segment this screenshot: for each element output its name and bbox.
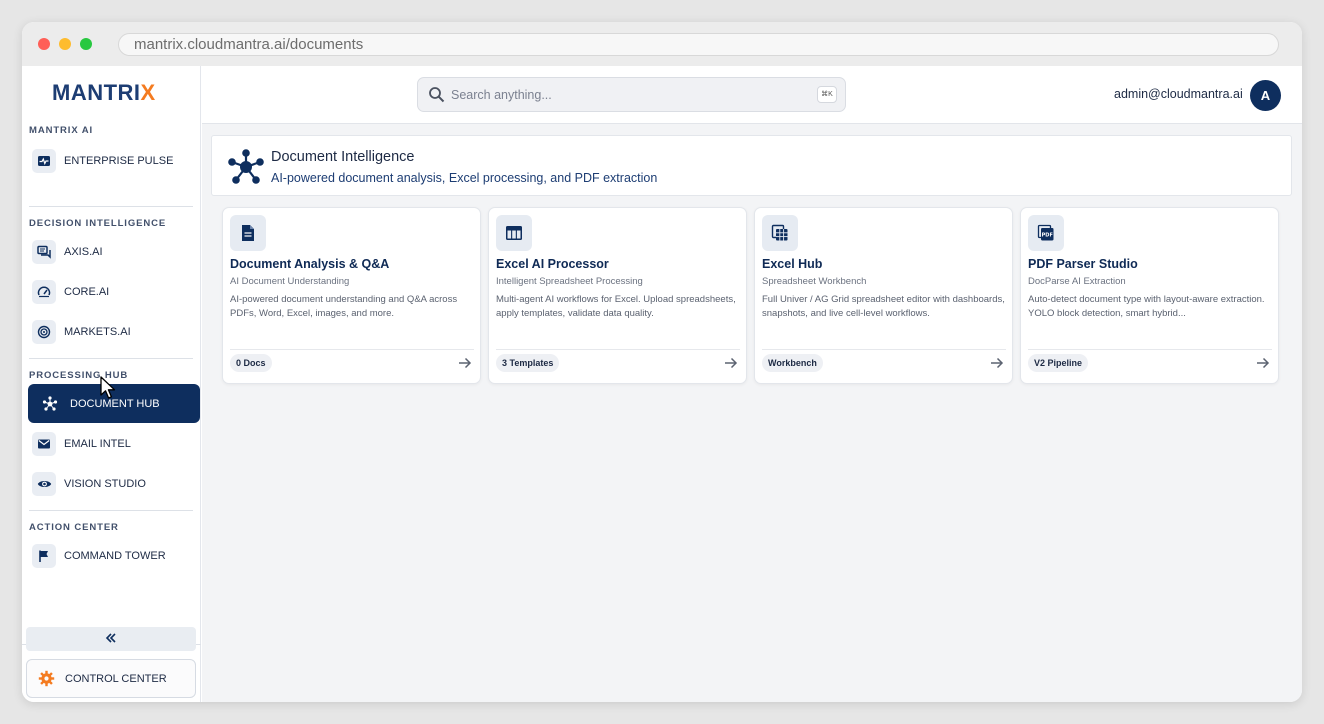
close-window-button[interactable]	[38, 38, 50, 50]
mouse-cursor-icon	[100, 376, 118, 405]
address-bar[interactable]: mantrix.cloudmantra.ai/documents	[118, 33, 1279, 56]
logo-accent: X	[140, 80, 156, 105]
section-label-action-center: ACTION CENTER	[29, 522, 119, 533]
mantrix-logo[interactable]: MANTRIX	[52, 80, 156, 106]
avatar[interactable]: A	[1250, 80, 1281, 111]
eye-icon	[32, 471, 56, 496]
sidebar-item-label: ENTERPRISE PULSE	[64, 154, 174, 167]
sidebar-item-label: EMAIL INTEL	[64, 437, 131, 450]
search-placeholder: Search anything...	[451, 87, 552, 102]
arrow-right-icon[interactable]	[990, 356, 1004, 374]
collapse-sidebar-button[interactable]	[26, 627, 196, 651]
card-subtitle: Intelligent Spreadsheet Processing	[496, 276, 643, 287]
sidebar-item-command-tower[interactable]: COMMAND TOWER	[28, 536, 200, 575]
target-icon	[32, 319, 56, 344]
user-email: admin@cloudmantra.ai	[1114, 87, 1243, 101]
flag-icon	[32, 543, 56, 568]
page-header-card: Document Intelligence AI-powered documen…	[211, 135, 1292, 196]
document-icon	[230, 215, 266, 251]
double-chevron-left-icon	[105, 630, 117, 648]
spreadsheet-icon	[762, 215, 798, 251]
sidebar-divider	[29, 510, 193, 511]
keyboard-shortcut-badge: ⌘K	[817, 86, 837, 103]
card-document-analysis[interactable]: Document Analysis & Q&A AI Document Unde…	[222, 207, 481, 384]
mail-icon	[32, 431, 56, 456]
card-divider	[230, 349, 474, 350]
pdf-icon: PDF	[1028, 215, 1064, 251]
sidebar-item-label: AXIS.AI	[64, 245, 103, 258]
top-bar: Search anything... ⌘K admin@cloudmantra.…	[202, 66, 1302, 124]
sidebar-item-label: CORE.AI	[64, 285, 110, 298]
arrow-right-icon[interactable]	[458, 356, 472, 374]
search-input[interactable]: Search anything... ⌘K	[417, 77, 846, 112]
card-badge: Workbench	[762, 354, 823, 372]
sidebar-item-markets-ai[interactable]: MARKETS.AI	[28, 312, 200, 351]
maximize-window-button[interactable]	[80, 38, 92, 50]
chat-bubbles-icon	[32, 239, 56, 264]
sidebar-item-email-intel[interactable]: EMAIL INTEL	[28, 424, 200, 463]
gear-icon	[38, 670, 55, 687]
sidebar-divider	[29, 358, 193, 359]
search-icon	[428, 86, 445, 103]
card-description: Multi-agent AI workflows for Excel. Uplo…	[496, 294, 736, 319]
sidebar-item-label: COMMAND TOWER	[64, 549, 166, 562]
sidebar-item-label: MARKETS.AI	[64, 325, 131, 338]
sidebar-item-axis-ai[interactable]: AXIS.AI	[28, 232, 200, 271]
page-subtitle: AI-powered document analysis, Excel proc…	[271, 171, 658, 185]
card-excel-hub[interactable]: Excel Hub Spreadsheet Workbench Full Uni…	[754, 207, 1013, 384]
arrow-right-icon[interactable]	[724, 356, 738, 374]
main-content: Search anything... ⌘K admin@cloudmantra.…	[202, 66, 1302, 702]
window-controls	[38, 38, 92, 50]
sidebar-item-core-ai[interactable]: CORE.AI	[28, 272, 200, 311]
card-title: Excel Hub	[762, 257, 823, 271]
control-center-button[interactable]: CONTROL CENTER	[26, 659, 196, 698]
card-description: Full Univer / AG Grid spreadsheet editor…	[762, 294, 1005, 319]
arrow-right-icon[interactable]	[1256, 356, 1270, 374]
card-badge: 3 Templates	[496, 354, 560, 372]
card-excel-ai-processor[interactable]: Excel AI Processor Intelligent Spreadshe…	[488, 207, 747, 384]
sidebar-item-label: VISION STUDIO	[64, 477, 146, 490]
gauge-icon	[32, 279, 56, 304]
hub-network-icon	[227, 148, 265, 191]
logo-text: MANTRI	[52, 80, 141, 105]
card-description: Auto-detect document type with layout-aw…	[1028, 294, 1265, 319]
card-pdf-parser-studio[interactable]: PDF PDF Parser Studio DocParse AI Extrac…	[1020, 207, 1279, 384]
hub-network-icon	[38, 392, 62, 416]
card-divider	[762, 349, 1006, 350]
minimize-window-button[interactable]	[59, 38, 71, 50]
card-divider	[1028, 349, 1272, 350]
card-subtitle: AI Document Understanding	[230, 276, 350, 287]
section-label-mantrix-ai: MANTRIX AI	[29, 125, 94, 136]
card-divider	[496, 349, 740, 350]
section-label-decision-intelligence: DECISION INTELLIGENCE	[29, 218, 167, 229]
browser-titlebar: mantrix.cloudmantra.ai/documents	[22, 22, 1302, 66]
sidebar-item-enterprise-pulse[interactable]: ENTERPRISE PULSE	[28, 141, 200, 180]
browser-window: mantrix.cloudmantra.ai/documents MANTRIX…	[22, 22, 1302, 702]
card-subtitle: Spreadsheet Workbench	[762, 276, 867, 287]
card-badge: 0 Docs	[230, 354, 272, 372]
card-badge: V2 Pipeline	[1028, 354, 1089, 372]
sidebar-divider	[29, 206, 193, 207]
table-icon	[496, 215, 532, 251]
card-subtitle: DocParse AI Extraction	[1028, 276, 1126, 287]
control-center-label: CONTROL CENTER	[65, 672, 167, 685]
card-title: PDF Parser Studio	[1028, 257, 1138, 271]
svg-text:PDF: PDF	[1042, 232, 1053, 238]
sidebar-item-vision-studio[interactable]: VISION STUDIO	[28, 464, 200, 503]
card-description: AI-powered document understanding and Q&…	[230, 294, 458, 319]
card-title: Document Analysis & Q&A	[230, 257, 390, 271]
pulse-icon	[32, 148, 56, 173]
page-title: Document Intelligence	[271, 149, 415, 165]
card-title: Excel AI Processor	[496, 257, 609, 271]
